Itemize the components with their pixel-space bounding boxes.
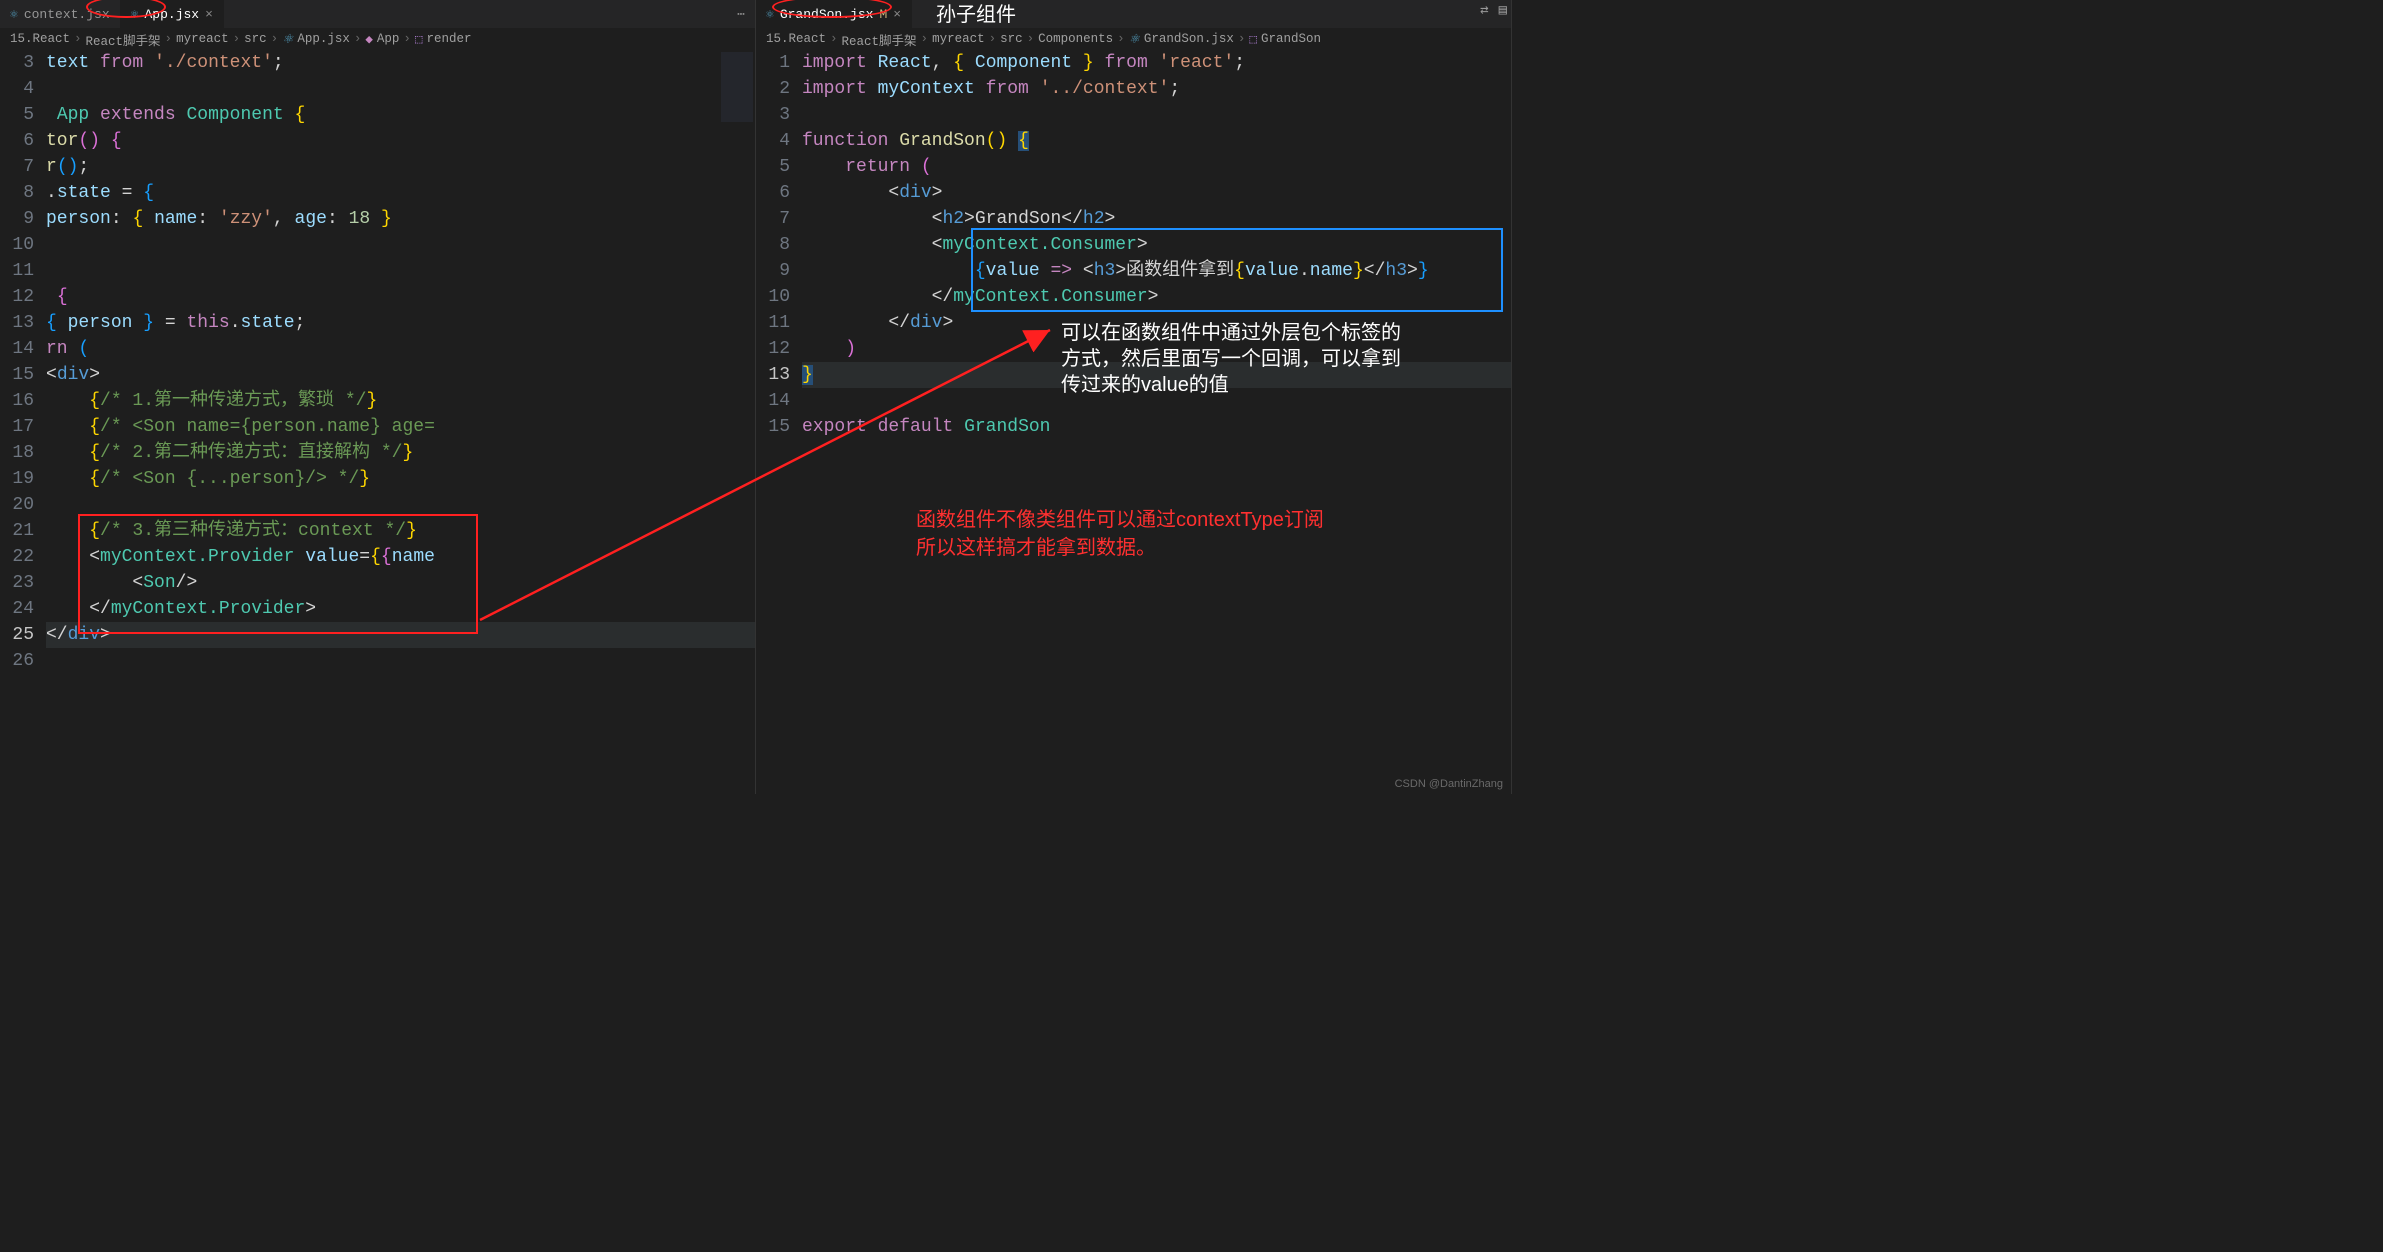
react-icon: ⚛ <box>131 7 139 22</box>
left-editor-pane: ⚛ context.jsx ⚛ App.jsx × ⋯ 15.React› Re… <box>0 0 756 794</box>
right-editor-pane: ⚛ GrandSon.jsx M × ⇄ ▤ 孙子组件 15.React› Re… <box>756 0 1512 794</box>
react-icon: ⚛ <box>766 7 774 22</box>
modified-indicator: M <box>879 7 887 22</box>
code-area-left[interactable]: text from './context'; App extends Compo… <box>46 50 755 794</box>
line-gutter: 1234 5678 9101112 131415 <box>756 50 802 794</box>
split-icon[interactable]: ▤ <box>1499 2 1507 19</box>
close-icon[interactable]: × <box>205 7 213 22</box>
editor-action-icons: ⇄ ▤ <box>1480 2 1507 19</box>
minimap[interactable] <box>721 52 753 122</box>
code-area-right[interactable]: import React, { Component } from 'react'… <box>802 50 1511 794</box>
tab-label: GrandSon.jsx <box>780 7 874 22</box>
breadcrumbs-right[interactable]: 15.React› React脚手架› myreact› src› Compon… <box>756 28 1511 50</box>
tab-label: App.jsx <box>144 7 199 22</box>
editor-right[interactable]: 1234 5678 9101112 131415 import React, {… <box>756 50 1511 794</box>
compare-icon[interactable]: ⇄ <box>1480 2 1488 19</box>
line-gutter: 3456 78910 11121314 15161718 19202122 23… <box>0 50 46 794</box>
tab-grandson[interactable]: ⚛ GrandSon.jsx M × <box>756 0 912 28</box>
breadcrumbs-left[interactable]: 15.React› React脚手架› myreact› src› ⚛App.j… <box>0 28 755 50</box>
close-icon[interactable]: × <box>893 7 901 22</box>
tab-context[interactable]: ⚛ context.jsx <box>0 0 121 28</box>
tab-bar-right: ⚛ GrandSon.jsx M × <box>756 0 1511 28</box>
tab-overflow-button[interactable]: ⋯ <box>727 0 755 28</box>
tab-bar-left: ⚛ context.jsx ⚛ App.jsx × ⋯ <box>0 0 755 28</box>
watermark: CSDN @DantinZhang <box>1395 778 1503 790</box>
editor-left[interactable]: 3456 78910 11121314 15161718 19202122 23… <box>0 50 755 794</box>
tab-app[interactable]: ⚛ App.jsx × <box>121 0 224 28</box>
react-icon: ⚛ <box>10 7 18 22</box>
tab-label: context.jsx <box>24 7 110 22</box>
